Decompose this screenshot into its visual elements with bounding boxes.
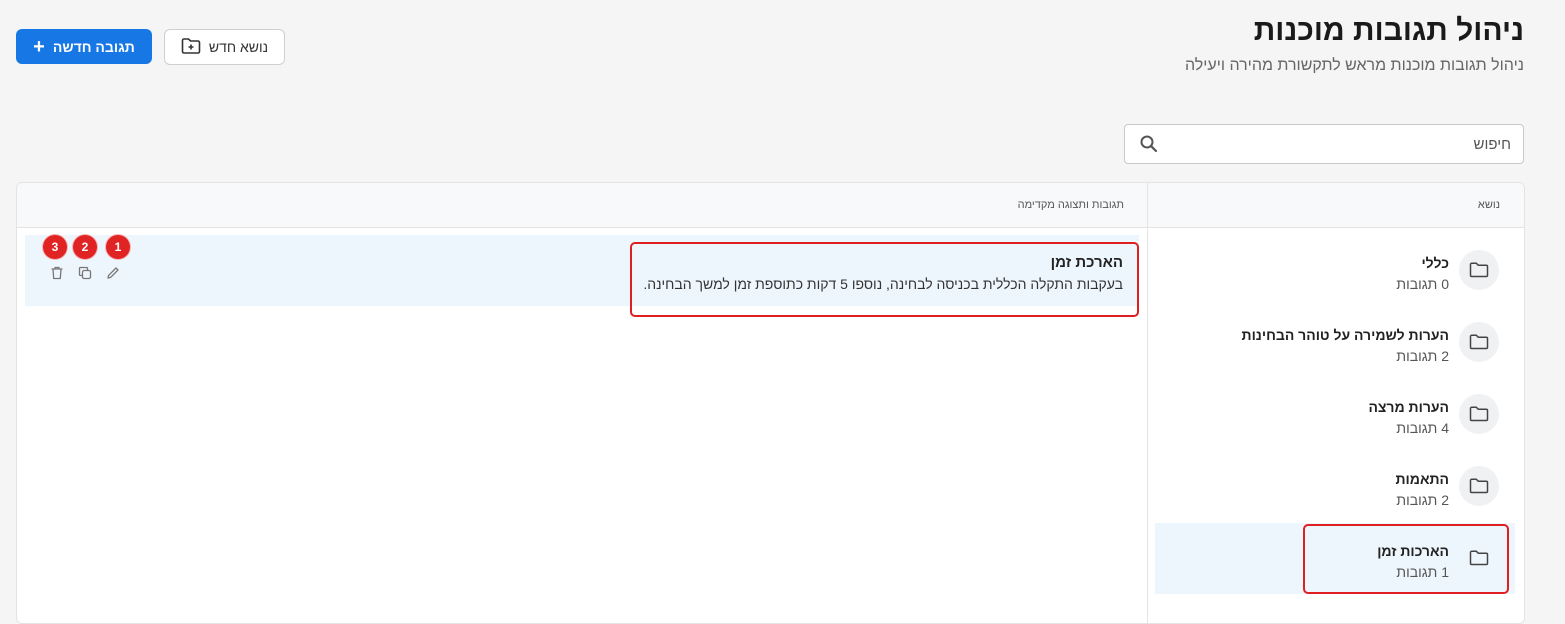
- topic-count: 4 תגובות: [1396, 420, 1449, 436]
- topic-name: כללי: [1421, 255, 1449, 271]
- responses-table: נושא תגובות ותצוגה מקדימה כללי 0 תגובות …: [16, 182, 1525, 624]
- new-answer-button[interactable]: תגובה חדשה +: [16, 29, 152, 64]
- new-topic-label: נושא חדש: [208, 39, 269, 55]
- topic-name: התאמות: [1395, 471, 1450, 487]
- copy-icon: [78, 266, 92, 280]
- search-input[interactable]: [1179, 131, 1513, 157]
- search-icon[interactable]: [1139, 134, 1159, 159]
- table-header: נושא תגובות ותצוגה מקדימה: [17, 183, 1524, 228]
- column-header-answers: תגובות ותצוגה מקדימה: [1017, 199, 1124, 211]
- topic-count: 2 תגובות: [1396, 348, 1449, 364]
- page-title: ניהול תגובות מוכנות: [1253, 14, 1524, 47]
- topic-item[interactable]: הערות מרצה 4 תגובות: [1155, 379, 1515, 450]
- topic-item[interactable]: הערות לשמירה על טוהר הבחינות 2 תגובות: [1155, 307, 1515, 378]
- column-header-topic: נושא: [1477, 199, 1500, 211]
- topic-name: הערות לשמירה על טוהר הבחינות: [1241, 327, 1449, 343]
- annotation-badge-1: 1: [106, 235, 130, 259]
- folder-icon: [1459, 394, 1499, 434]
- folder-plus-icon: [181, 37, 201, 58]
- answer-highlight-box: [630, 242, 1139, 317]
- topic-highlight-box: [1303, 524, 1509, 594]
- topic-count: 2 תגובות: [1396, 492, 1449, 508]
- topic-item[interactable]: התאמות 2 תגובות: [1155, 451, 1515, 522]
- topic-item[interactable]: כללי 0 תגובות: [1155, 235, 1515, 306]
- delete-button[interactable]: [47, 263, 67, 283]
- column-divider: [1147, 183, 1148, 623]
- copy-button[interactable]: [75, 263, 95, 283]
- new-topic-button[interactable]: נושא חדש: [164, 29, 285, 65]
- page-subtitle: ניהול תגובות מוכנות מראש לתקשורת מהירה ו…: [1184, 57, 1524, 74]
- plus-icon: +: [33, 35, 45, 58]
- pencil-icon: [107, 267, 119, 279]
- trash-icon: [51, 266, 63, 280]
- search-box[interactable]: [1124, 124, 1524, 164]
- folder-icon: [1459, 466, 1499, 506]
- folder-icon: [1459, 322, 1499, 362]
- folder-icon: [1459, 250, 1499, 290]
- annotation-badge-3: 3: [43, 235, 67, 259]
- edit-button[interactable]: [103, 263, 123, 283]
- new-answer-label: תגובה חדשה: [52, 38, 135, 55]
- annotation-badge-2: 2: [73, 235, 97, 259]
- topic-name: הערות מרצה: [1368, 399, 1449, 415]
- topic-count: 0 תגובות: [1396, 276, 1449, 292]
